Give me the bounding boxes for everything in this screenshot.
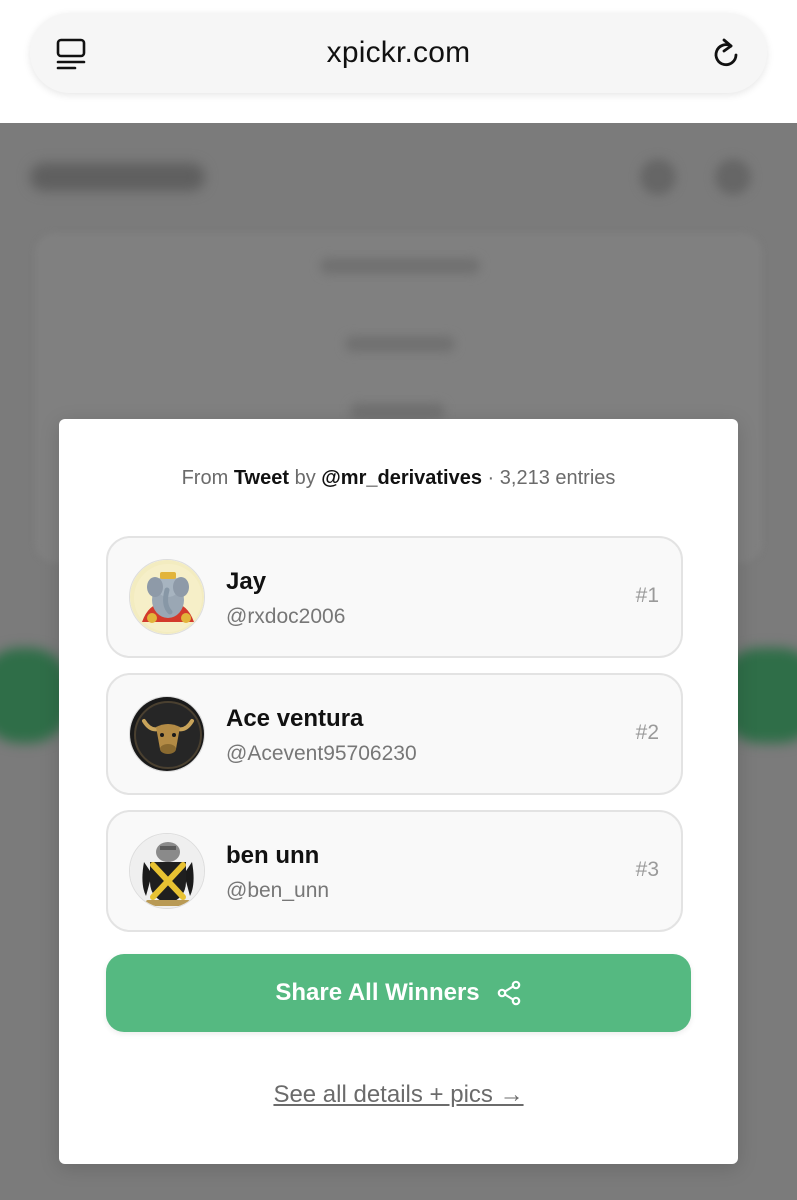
winner-row[interactable]: Ace ventura @Acevent95706230 #2 (106, 673, 683, 795)
golden-bull-avatar (129, 696, 205, 772)
winners-modal: From Tweet by @mr_derivatives · 3,213 en… (59, 419, 738, 1164)
url-text: xpickr.com (326, 36, 471, 69)
tabs-icon[interactable] (55, 37, 89, 71)
background-icon (715, 159, 751, 195)
winner-rank: #1 (635, 584, 659, 607)
winner-handle[interactable]: @Acevent95706230 (226, 742, 417, 766)
winner-handle[interactable]: @ben_unn (226, 879, 329, 903)
header-entries: · 3,213 entries (487, 467, 616, 489)
winner-row[interactable]: ben unn @ben_unn #3 (106, 810, 683, 932)
header-by: by (294, 467, 316, 489)
address-bar[interactable]: xpickr.com (30, 13, 767, 93)
winner-rank: #2 (635, 721, 659, 744)
background-text (350, 403, 445, 419)
winner-name: ben unn (226, 842, 320, 869)
share-button-label: Share All Winners (275, 979, 480, 1006)
see-all-details-link[interactable]: See all details + pics → (59, 1081, 738, 1109)
header-source: Tweet (233, 467, 290, 489)
share-icon (497, 980, 520, 1006)
background-text (345, 336, 455, 352)
header-prefix: From (181, 467, 229, 489)
background-text (320, 258, 480, 274)
elephant-deity-avatar (129, 559, 205, 635)
browser-toolbar: xpickr.com (0, 0, 797, 123)
share-all-winners-button[interactable]: Share All Winners (106, 954, 691, 1032)
winner-name: Ace ventura (226, 705, 364, 732)
background-logo (30, 163, 205, 191)
header-author: @mr_derivatives (321, 467, 482, 489)
modal-header: From Tweet by @mr_derivatives · 3,213 en… (59, 467, 738, 490)
reload-icon[interactable] (708, 35, 744, 71)
winner-name: Jay (226, 568, 267, 595)
winner-rank: #3 (635, 858, 659, 881)
winner-row[interactable]: Jay @rxdoc2006 #1 (106, 536, 683, 658)
winner-handle[interactable]: @rxdoc2006 (226, 605, 345, 629)
background-icon (640, 159, 676, 195)
coat-of-arms-avatar (129, 833, 205, 909)
